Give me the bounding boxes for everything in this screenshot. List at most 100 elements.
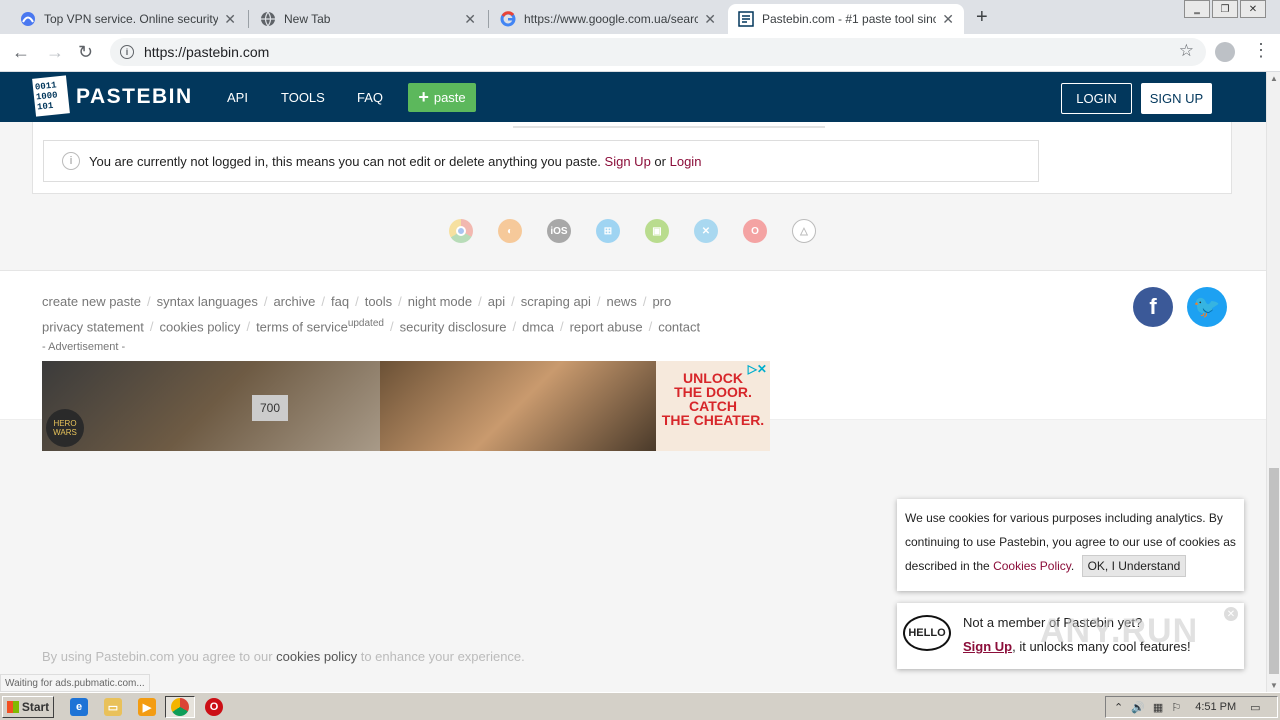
cookies-policy-link[interactable]: cookies policy	[276, 649, 357, 664]
new-tab-button[interactable]: +	[976, 6, 988, 29]
footer-link[interactable]: contact	[658, 319, 700, 334]
site-logo-text[interactable]: PASTEBIN	[76, 85, 193, 109]
footer-link[interactable]: pro	[652, 294, 671, 309]
adchoices-icon[interactable]: ▷✕	[748, 362, 767, 376]
tab-title: New Tab	[284, 12, 331, 26]
signup-button[interactable]: SIGN UP	[1141, 83, 1212, 114]
firefox-icon[interactable]: ◐	[498, 219, 522, 243]
tray-arrow-icon[interactable]: ⌃	[1114, 701, 1123, 714]
logo-bits-row: 101	[36, 100, 54, 113]
login-button[interactable]: LOGIN	[1061, 83, 1132, 114]
tab-title: Top VPN service. Online security sta	[44, 12, 219, 26]
notice-signup-link[interactable]: Sign Up	[605, 154, 651, 169]
twitter-icon[interactable]: 🐦	[1187, 287, 1227, 327]
footer-link[interactable]: archive	[273, 294, 315, 309]
nav-api[interactable]: API	[227, 90, 248, 105]
address-bar[interactable]: i https://pastebin.com ☆	[110, 38, 1206, 66]
notice-text: You are currently not logged in, this me…	[89, 153, 601, 169]
tab-google-search[interactable]: https://www.google.com.ua/search ✕	[490, 4, 726, 34]
pastebin-logo-icon[interactable]: 0011 1000 101	[32, 75, 70, 117]
linux-icon[interactable]: △	[792, 219, 816, 243]
cookie-period: .	[1070, 559, 1075, 573]
mac-icon[interactable]: ✕	[694, 219, 718, 243]
platform-icons: ◐ iOS ⊞ ▣ ✕ O △	[449, 219, 841, 243]
forward-icon[interactable]: →	[46, 42, 64, 63]
close-icon[interactable]: ✕	[704, 11, 716, 28]
cookies-policy-link[interactable]: Cookies Policy	[993, 559, 1071, 573]
media-player-icon[interactable]: ▶	[138, 698, 156, 716]
menu-kebab-icon[interactable]: ⋮	[1252, 40, 1270, 61]
back-icon[interactable]: ←	[12, 42, 30, 63]
separator: /	[147, 294, 151, 309]
accept-cookies-button[interactable]: OK, I Understand	[1081, 555, 1187, 577]
tab-separator	[248, 10, 249, 28]
footer-link[interactable]: dmca	[522, 319, 554, 334]
restore-icon[interactable]: ❐	[1212, 0, 1238, 18]
vertical-scrollbar[interactable]: ▲ ▼	[1266, 72, 1280, 692]
show-desktop-icon[interactable]: ▭	[1250, 701, 1260, 714]
footer-link[interactable]: cookies policy	[160, 319, 241, 334]
ad-line: THE DOOR.	[674, 384, 752, 400]
tab-pastebin[interactable]: Pastebin.com - #1 paste tool since 2 ✕	[728, 4, 964, 34]
scroll-up-icon[interactable]: ▲	[1270, 74, 1278, 83]
footer-link[interactable]: scraping api	[521, 294, 591, 309]
minimize-icon[interactable]: ‗	[1184, 0, 1210, 18]
volume-icon[interactable]: 🔊	[1131, 701, 1145, 714]
network-icon[interactable]: ▦	[1153, 701, 1163, 714]
flag-icon[interactable]: ⚐	[1171, 701, 1181, 714]
nav-tools[interactable]: TOOLS	[281, 90, 325, 105]
footer-link[interactable]: terms of service	[256, 319, 348, 334]
nav-faq[interactable]: FAQ	[357, 90, 383, 105]
info-icon[interactable]: i	[120, 45, 134, 59]
close-icon[interactable]: ✕	[1224, 607, 1238, 621]
opera-icon[interactable]: O	[743, 219, 767, 243]
footer-link[interactable]: report abuse	[570, 319, 643, 334]
footer-link[interactable]: night mode	[408, 294, 472, 309]
folder-icon[interactable]: ▭	[104, 698, 122, 716]
profile-avatar-icon[interactable]	[1215, 42, 1235, 62]
url-text: https://pastebin.com	[144, 44, 270, 60]
chrome-icon[interactable]	[171, 698, 189, 716]
promo-signup-link[interactable]: Sign Up	[963, 639, 1012, 654]
footer-link[interactable]: tools	[365, 294, 392, 309]
close-icon[interactable]: ✕	[464, 11, 476, 28]
separator: /	[389, 319, 394, 335]
windows-icon[interactable]: ⊞	[596, 219, 620, 243]
chrome-icon[interactable]	[449, 219, 473, 243]
opera-icon[interactable]: O	[205, 698, 223, 716]
tab-vpn[interactable]: Top VPN service. Online security sta ✕	[10, 4, 246, 34]
close-icon[interactable]: ✕	[224, 11, 236, 28]
close-window-icon[interactable]: ✕	[1240, 0, 1266, 18]
google-icon	[500, 11, 516, 27]
ad-image-middle	[380, 361, 656, 451]
footer-link[interactable]: api	[488, 294, 505, 309]
footer-link[interactable]: privacy statement	[42, 319, 144, 334]
new-paste-button[interactable]: + paste	[408, 83, 476, 112]
notice-login-link[interactable]: Login	[670, 154, 702, 169]
divider	[513, 126, 825, 128]
scrollbar-thumb[interactable]	[1269, 468, 1279, 674]
tab-new-tab[interactable]: New Tab ✕	[250, 4, 486, 34]
footer-link[interactable]: syntax languages	[157, 294, 258, 309]
internet-explorer-icon[interactable]: e	[70, 698, 88, 716]
tab-title: Pastebin.com - #1 paste tool since 2	[762, 12, 937, 26]
footer-link[interactable]: faq	[331, 294, 349, 309]
ad-line: THE CHEATER.	[661, 412, 765, 428]
bookmark-star-icon[interactable]: ☆	[1179, 41, 1194, 61]
advertisement-banner[interactable]: HERO WARS 700 ▷✕ UNLOCK THE DOOR. CATCH …	[42, 361, 770, 451]
separator: /	[648, 319, 653, 335]
cookie-footer-prefix: By using Pastebin.com you agree to our	[42, 649, 273, 664]
footer-link[interactable]: security disclosure	[400, 319, 507, 334]
scroll-down-icon[interactable]: ▼	[1270, 681, 1278, 690]
separator: /	[511, 294, 515, 309]
footer-link[interactable]: news	[606, 294, 636, 309]
hero-wars-badge: HERO WARS	[46, 409, 84, 447]
reload-icon[interactable]: ↻	[78, 42, 93, 63]
ios-icon[interactable]: iOS	[547, 219, 571, 243]
facebook-icon[interactable]: f	[1133, 287, 1173, 327]
page-viewport: 0011 1000 101 PASTEBIN API TOOLS FAQ + pa…	[0, 72, 1266, 692]
footer-link[interactable]: create new paste	[42, 294, 141, 309]
android-icon[interactable]: ▣	[645, 219, 669, 243]
close-icon[interactable]: ✕	[942, 11, 954, 28]
start-button[interactable]: Start	[2, 696, 54, 718]
